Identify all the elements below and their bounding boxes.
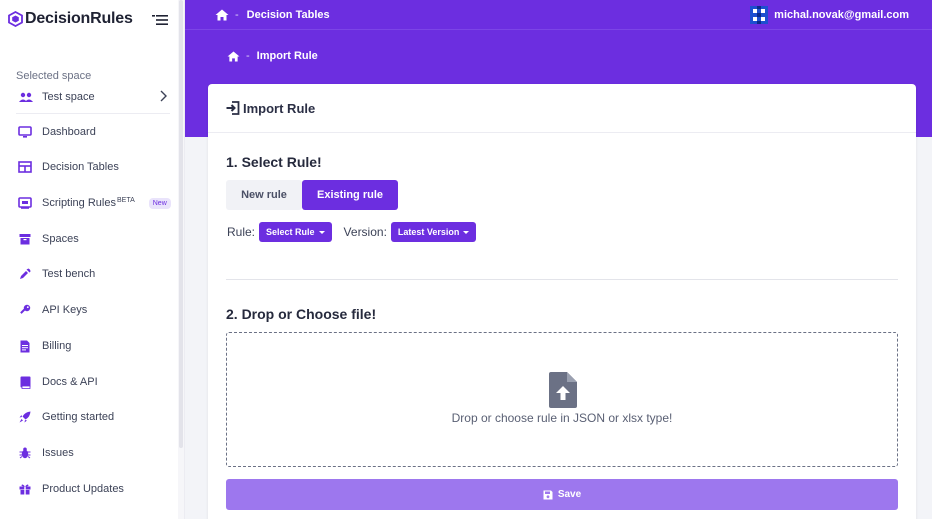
brand-name: DecisionRules (25, 10, 133, 27)
home-icon[interactable] (215, 9, 229, 21)
rule-source-tabs: New rule Existing rule (226, 180, 398, 210)
sidebar-item-label: Getting started (42, 411, 115, 423)
sidebar-item-label: Product Updates (42, 483, 124, 495)
code-icon (17, 195, 33, 211)
sidebar-item-label: Decision Tables (42, 161, 119, 173)
brand-logo[interactable]: DecisionRules (8, 10, 133, 28)
select-rule-dropdown[interactable]: Select Rule (259, 222, 332, 242)
version-text: Latest Version (397, 227, 460, 237)
sidebar-item-api-keys[interactable]: API Keys (17, 301, 172, 319)
logo-hexagon-icon (8, 11, 23, 27)
new-badge: New (148, 197, 171, 209)
menu-toggle-icon[interactable] (152, 13, 168, 27)
save-label: Save (557, 489, 582, 500)
breadcrumb: - Decision Tables (215, 9, 330, 21)
save-icon (543, 490, 553, 499)
sidebar-item-dashboard[interactable]: Dashboard (17, 123, 172, 141)
file-dropzone[interactable]: Drop or choose rule in JSON or xlsx type… (226, 332, 898, 467)
sidebar-item-decision-tables[interactable]: Decision Tables (17, 158, 172, 176)
save-button[interactable]: Save (226, 479, 898, 510)
sidebar-item-getting-started[interactable]: Getting started (17, 408, 172, 426)
tab-existing-rule[interactable]: Existing rule (302, 180, 398, 210)
sidebar-item-label: Scripting Rules (42, 197, 116, 209)
step1-title: 1. Select Rule! (226, 154, 322, 170)
space-name: Test space (42, 91, 95, 103)
file-upload-icon (549, 372, 577, 408)
user-email: michal.novak@gmail.com (774, 9, 909, 21)
sidebar-item-label: Spaces (42, 233, 79, 245)
step2-title: 2. Drop or Choose file! (226, 306, 377, 322)
breadcrumb-decision-tables[interactable]: Decision Tables (247, 9, 330, 21)
sidebar-item-label: Dashboard (42, 126, 96, 138)
space-selector[interactable]: Test space (18, 88, 170, 106)
dropzone-hint: Drop or choose rule in JSON or xlsx type… (451, 411, 673, 425)
caret-down-icon (318, 230, 325, 234)
selected-space-label: Selected space (16, 70, 92, 82)
import-icon (226, 101, 240, 115)
import-rule-card: Import Rule 1. Select Rule! New rule Exi… (208, 84, 916, 519)
sidebar-scrollbar-thumb[interactable] (179, 0, 183, 448)
users-icon (18, 92, 34, 102)
divider (226, 279, 898, 280)
invoice-icon (17, 338, 33, 354)
rocket-icon (17, 409, 33, 425)
sidebar-item-scripting-rules[interactable]: Scripting Rules BETA New (17, 194, 172, 212)
version-label: Version: (343, 225, 387, 239)
sidebar-item-label: Billing (42, 340, 72, 352)
divider (16, 113, 170, 114)
sidebar-item-billing[interactable]: Billing (17, 337, 172, 355)
rule-label: Rule: (227, 225, 256, 239)
sidebar-item-label: Docs & API (42, 376, 98, 388)
gift-icon (17, 481, 33, 497)
tab-new-rule[interactable]: New rule (226, 180, 302, 210)
sub-breadcrumb: - Import Rule (227, 50, 318, 62)
top-header: - Decision Tables michal.novak@gmail.com (185, 0, 932, 30)
sidebar-item-test-bench[interactable]: Test bench (17, 265, 172, 283)
key-icon (17, 302, 33, 318)
table-icon (17, 159, 33, 175)
chevron-right-icon (160, 90, 167, 102)
version-dropdown[interactable]: Latest Version (390, 222, 477, 242)
user-menu[interactable]: michal.novak@gmail.com (750, 6, 909, 24)
bug-icon (17, 445, 33, 461)
sidebar-item-label: API Keys (42, 304, 88, 316)
box-icon (17, 231, 33, 247)
sidebar-item-spaces[interactable]: Spaces (17, 230, 172, 248)
breadcrumb-import-rule: Import Rule (256, 50, 318, 62)
home-icon[interactable] (227, 50, 240, 62)
book-icon (17, 374, 33, 390)
sidebar-item-product-updates[interactable]: Product Updates (17, 480, 172, 498)
card-title: Import Rule (243, 100, 316, 116)
breadcrumb-separator: - (235, 8, 239, 21)
sidebar: DecisionRules Selected space Test space … (0, 0, 185, 519)
sidebar-item-issues[interactable]: Issues (17, 444, 172, 462)
avatar (750, 6, 769, 24)
monitor-icon (17, 124, 33, 140)
sidebar-item-label: Test bench (42, 268, 96, 280)
rule-selection-row: Rule: Select Rule Version: Latest Versio… (227, 222, 477, 242)
card-header: Import Rule (208, 84, 916, 133)
eyedropper-icon (17, 266, 33, 282)
beta-superscript: BETA (116, 196, 135, 204)
sidebar-item-docs-api[interactable]: Docs & API (17, 373, 172, 391)
breadcrumb-separator: - (246, 50, 250, 62)
sidebar-item-label: Issues (42, 447, 74, 459)
select-rule-text: Select Rule (266, 227, 315, 237)
caret-down-icon (463, 230, 470, 234)
